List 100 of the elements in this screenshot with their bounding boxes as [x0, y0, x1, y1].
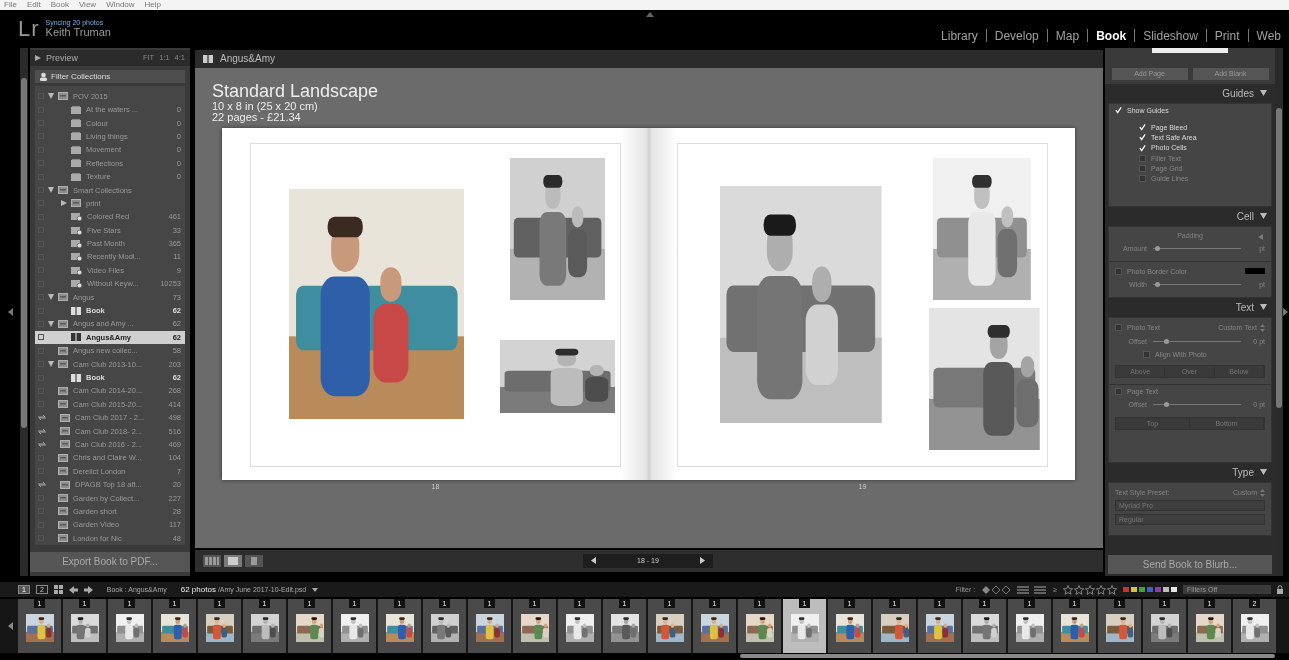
- color-swatch[interactable]: [1245, 268, 1265, 275]
- book-pages-price: 22 pages - £21.34: [212, 112, 301, 124]
- smart-collection-icon: [71, 225, 82, 235]
- module-tab[interactable]: Map: [1055, 28, 1080, 43]
- scrollbar[interactable]: [20, 47, 28, 576]
- book-title: Standard Landscape: [212, 81, 380, 101]
- color-label-filter[interactable]: [1123, 587, 1129, 593]
- module-tab[interactable]: Book: [1096, 28, 1127, 43]
- collection-icon: [71, 119, 81, 128]
- collapse-arrow-icon[interactable]: [1283, 307, 1288, 316]
- module-tab[interactable]: Slideshow: [1143, 28, 1198, 43]
- module-tab[interactable]: Web: [1256, 28, 1281, 43]
- color-label-filter[interactable]: [1131, 587, 1137, 593]
- collection-set-icon: [58, 467, 68, 476]
- collection-set-icon: [58, 360, 68, 369]
- book-size: 10 x 8 in (25 x 20 cm): [212, 100, 318, 113]
- back-icon[interactable]: [68, 585, 78, 594]
- previous-icon[interactable]: [591, 557, 596, 565]
- color-label-filter[interactable]: [1147, 587, 1153, 593]
- scrollbar[interactable]: [1275, 47, 1283, 576]
- star-icon[interactable]: [1096, 584, 1106, 595]
- layout-preview[interactable]: [1152, 47, 1228, 53]
- expand-triangle-icon[interactable]: [1260, 304, 1267, 311]
- caret-icon[interactable]: [312, 587, 319, 592]
- smart-collection-icon: [71, 252, 82, 262]
- star-icon[interactable]: [1074, 584, 1084, 595]
- checkbox[interactable]: [38, 334, 44, 341]
- expand-triangle-icon[interactable]: [48, 187, 54, 194]
- expand-triangle-icon[interactable]: [48, 361, 54, 368]
- menu-item[interactable]: File: [4, 0, 17, 10]
- collapse-arrow-icon[interactable]: [7, 307, 13, 316]
- collection-set-icon: [58, 346, 68, 355]
- module-tab[interactable]: Print: [1214, 28, 1240, 43]
- expand-triangle-icon[interactable]: [48, 320, 54, 327]
- section-title[interactable]: Text: [1235, 301, 1254, 313]
- expand-triangle-icon[interactable]: [1260, 213, 1267, 220]
- section-title[interactable]: Guides: [1222, 87, 1254, 99]
- rating-filter[interactable]: [1063, 584, 1117, 595]
- collection-set-icon: [60, 480, 70, 489]
- color-label-filter[interactable]: [1139, 587, 1145, 593]
- scrollbar[interactable]: [740, 654, 1275, 659]
- grid-icon[interactable]: [53, 585, 63, 595]
- lock-icon[interactable]: [1277, 585, 1283, 595]
- stepper-icon: [1260, 488, 1265, 497]
- collection-set-icon: [58, 186, 68, 195]
- book-page[interactable]: [250, 142, 621, 467]
- expand-triangle-icon[interactable]: [35, 54, 41, 61]
- scroll-left-icon[interactable]: [8, 622, 13, 631]
- collection-icon: [71, 159, 81, 168]
- view-mode-button[interactable]: [245, 554, 263, 567]
- spread-icon: [226, 556, 240, 565]
- offset-slider[interactable]: [1164, 401, 1170, 407]
- collection-set-icon: [58, 400, 68, 409]
- color-label-filter[interactable]: [1155, 587, 1161, 593]
- module-tab[interactable]: Library: [941, 28, 978, 43]
- forward-icon[interactable]: [83, 585, 93, 594]
- section-title[interactable]: Type: [1232, 466, 1254, 478]
- smart-collection-icon: [71, 212, 82, 222]
- send-to-blurb-button[interactable]: Send Book to Blurb...: [1108, 554, 1272, 574]
- star-icon[interactable]: [1107, 584, 1117, 595]
- menu-item[interactable]: Window: [106, 0, 135, 10]
- collection-set-icon: [60, 413, 70, 422]
- view-mode-button[interactable]: [203, 554, 221, 567]
- module-tab[interactable]: Develop: [994, 28, 1039, 43]
- expand-triangle-icon[interactable]: [61, 200, 67, 207]
- book-name: Angus&Amy: [220, 53, 276, 65]
- flag-filter-icon[interactable]: [981, 584, 1012, 595]
- filter-sliders-icon[interactable]: [1017, 584, 1048, 595]
- view-mode-button[interactable]: [224, 554, 242, 567]
- star-icon[interactable]: [1063, 584, 1073, 595]
- width-slider[interactable]: [1155, 281, 1161, 287]
- expand-triangle-icon[interactable]: [48, 93, 54, 100]
- panel-title: Preview: [46, 52, 78, 63]
- collection-icon: [71, 132, 81, 141]
- star-icon[interactable]: [1085, 584, 1095, 595]
- collection-set-icon: [58, 507, 68, 516]
- collapse-arrow-icon[interactable]: [646, 11, 654, 17]
- offset-slider[interactable]: [1164, 338, 1170, 344]
- filter-field[interactable]: Filter Collections: [35, 69, 185, 83]
- menu-item[interactable]: Help: [144, 0, 162, 10]
- book-page[interactable]: [677, 142, 1048, 467]
- smart-collection-icon: [71, 239, 82, 249]
- book-icon: [71, 333, 81, 342]
- book-icon: [71, 306, 81, 315]
- checkmark-icon: [1115, 106, 1122, 115]
- export-pdf-button[interactable]: Export Book to PDF...: [30, 551, 190, 572]
- section-title[interactable]: Cell: [1236, 210, 1254, 222]
- color-label-filter[interactable]: [1163, 587, 1169, 593]
- menu-item[interactable]: Edit: [26, 0, 41, 10]
- menu-item[interactable]: Book: [50, 0, 69, 10]
- amount-slider[interactable]: [1155, 245, 1161, 251]
- next-icon[interactable]: [700, 557, 705, 565]
- expand-triangle-icon[interactable]: [1260, 90, 1267, 97]
- menu-item[interactable]: View: [78, 0, 97, 10]
- collection-set-icon: [58, 494, 68, 502]
- expand-triangle-icon[interactable]: [48, 294, 54, 301]
- collapse-arrow-icon[interactable]: [1258, 233, 1263, 240]
- expand-triangle-icon[interactable]: [1260, 469, 1267, 476]
- collection-set-icon: [58, 534, 68, 543]
- color-label-filter[interactable]: [1171, 587, 1177, 593]
